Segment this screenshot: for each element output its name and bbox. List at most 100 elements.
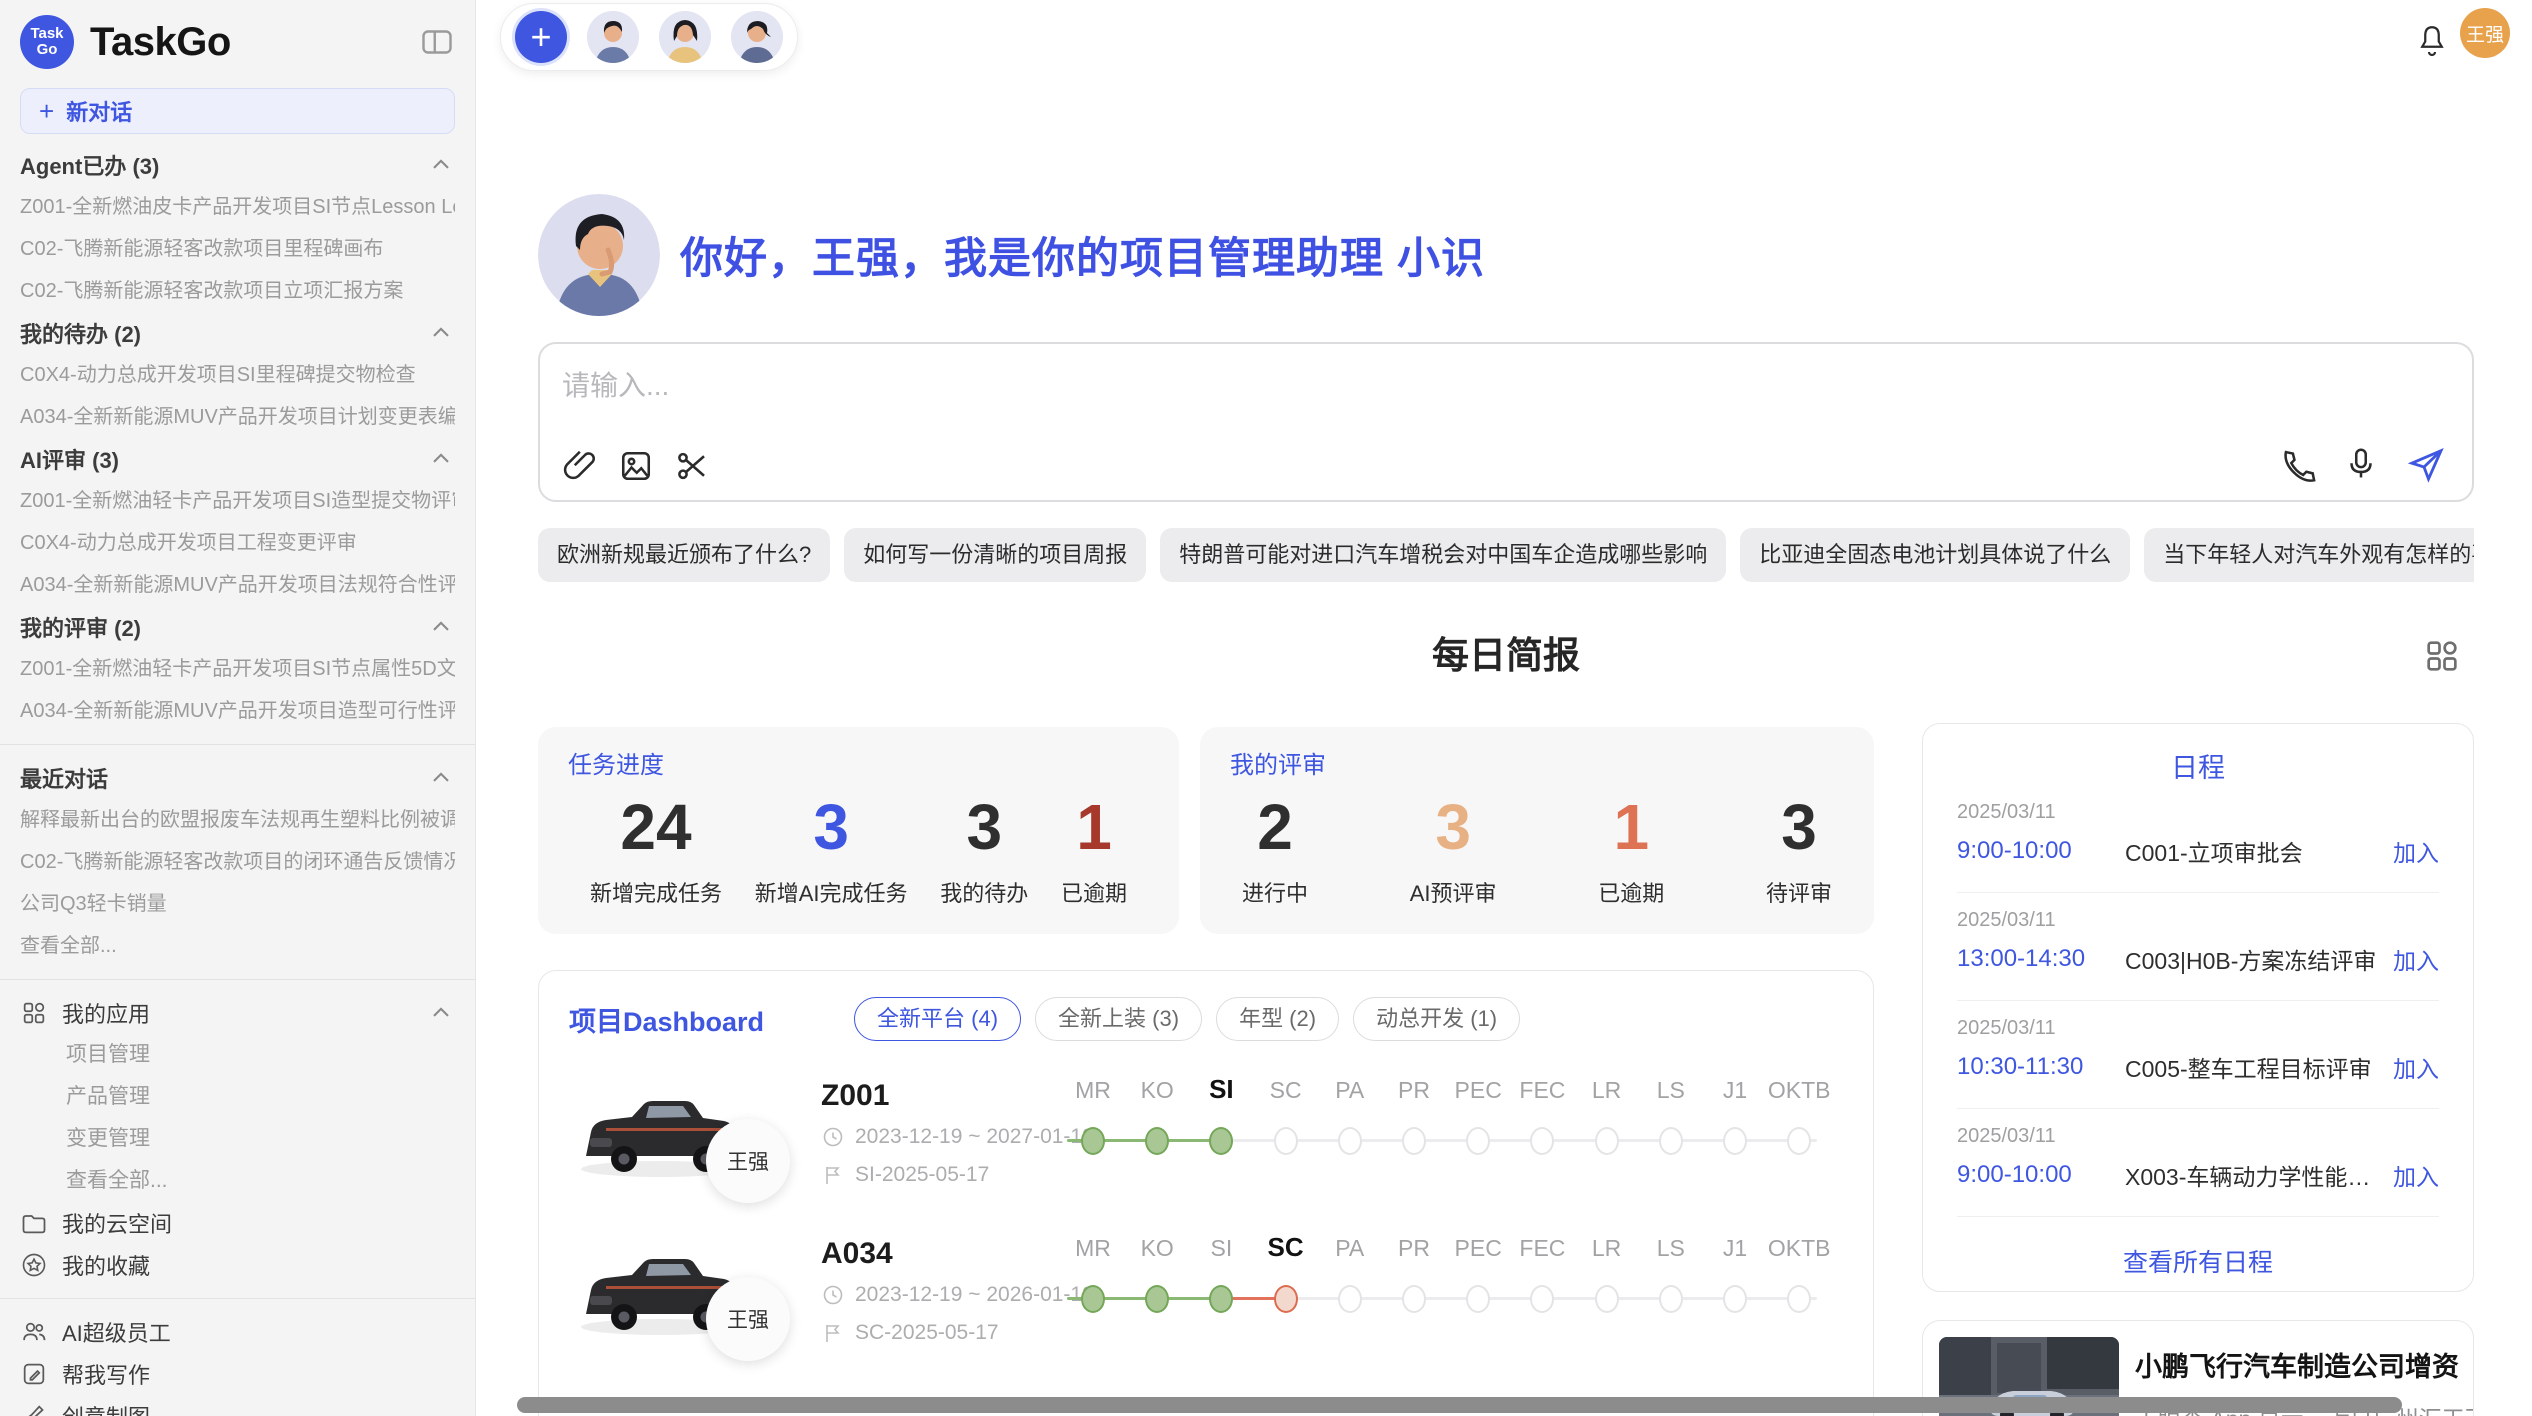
recent-conversation-item[interactable]: 查看全部... bbox=[20, 925, 455, 967]
project-code[interactable]: A034 bbox=[821, 1237, 893, 1271]
milestone-dot[interactable] bbox=[1787, 1285, 1811, 1313]
sidebar-item-my-apps[interactable]: 我的应用 bbox=[20, 992, 455, 1034]
suggestion-chip[interactable]: 当下年轻人对汽车外观有怎样的喜好趋势 bbox=[2144, 528, 2474, 582]
milestone-dot[interactable] bbox=[1466, 1285, 1490, 1313]
project-code[interactable]: Z001 bbox=[821, 1079, 889, 1113]
dashboard-tab[interactable]: 全新平台 (4) bbox=[854, 997, 1021, 1041]
sidebar-item[interactable]: C0X4-动力总成开发项目工程变更评审 bbox=[20, 522, 455, 564]
sidebar-item-creative-drawing[interactable]: 创意制图 bbox=[20, 1395, 455, 1416]
dashboard-tab[interactable]: 全新上装 (3) bbox=[1035, 997, 1202, 1041]
milestone-dot[interactable] bbox=[1209, 1285, 1233, 1313]
member-avatar-2[interactable] bbox=[659, 11, 711, 63]
milestone-dot[interactable] bbox=[1402, 1285, 1426, 1313]
stat-value: 2 bbox=[1242, 790, 1308, 864]
phone-icon[interactable] bbox=[2278, 445, 2316, 483]
milestone-dot[interactable] bbox=[1081, 1285, 1105, 1313]
sidebar-item[interactable]: A034-全新新能源MUV产品开发项目法规符合性评审 bbox=[20, 564, 455, 606]
chevron-up-icon[interactable] bbox=[427, 445, 455, 473]
join-link[interactable]: 加入 bbox=[2393, 942, 2439, 976]
join-link[interactable]: 加入 bbox=[2393, 834, 2439, 868]
milestone-dot[interactable] bbox=[1145, 1127, 1169, 1155]
clock-icon bbox=[821, 1283, 845, 1307]
milestone-chart: MRKOSISCPAPRPECFECLRLSJ1OKTB bbox=[1061, 1221, 1851, 1379]
new-chat-button[interactable]: + 新对话 bbox=[20, 88, 455, 134]
milestone-dot[interactable] bbox=[1209, 1127, 1233, 1155]
milestone-dot[interactable] bbox=[1338, 1127, 1362, 1155]
dashboard-tab[interactable]: 动总开发 (1) bbox=[1353, 997, 1520, 1041]
dashboard-header: 项目Dashboard 全新平台 (4) 全新上装 (3) 年型 (2) 动总开发 (… bbox=[539, 971, 1873, 1041]
recent-conversation-item[interactable]: C02-飞腾新能源轻客改款项目的闭环通告反馈情况 bbox=[20, 841, 455, 883]
logo-line2: Go bbox=[37, 42, 58, 58]
my-apps-label: 我的应用 bbox=[62, 997, 150, 1029]
recent-conversation-item[interactable]: 公司Q3轻卡销量 bbox=[20, 883, 455, 925]
sidebar-item-ai-super-staff[interactable]: AI超级员工 bbox=[20, 1311, 455, 1353]
my-apps-subitem[interactable]: 项目管理 bbox=[20, 1034, 455, 1076]
sidebar-item[interactable]: C02-飞腾新能源轻客改款项目立项汇报方案 bbox=[20, 270, 455, 312]
milestone-dot[interactable] bbox=[1145, 1285, 1169, 1313]
sidebar-item-help-me-write[interactable]: 帮我写作 bbox=[20, 1353, 455, 1395]
user-avatar[interactable]: 王强 bbox=[2460, 8, 2510, 58]
scissors-icon[interactable] bbox=[674, 448, 710, 484]
image-icon[interactable] bbox=[618, 448, 654, 484]
my-apps-subitem[interactable]: 产品管理 bbox=[20, 1076, 455, 1118]
chevron-up-icon[interactable] bbox=[427, 319, 455, 347]
milestone-dot[interactable] bbox=[1530, 1127, 1554, 1155]
milestone-dot[interactable] bbox=[1723, 1127, 1747, 1155]
sidebar-item-favorites[interactable]: 我的收藏 bbox=[20, 1244, 455, 1286]
stat-item: 1已逾期 bbox=[1598, 790, 1664, 908]
milestone-dot[interactable] bbox=[1402, 1127, 1426, 1155]
milestone-dot[interactable] bbox=[1274, 1127, 1298, 1155]
milestone-dot[interactable] bbox=[1723, 1285, 1747, 1313]
schedule-event: 2025/03/119:00-10:00C001-立项审批会加入 bbox=[1957, 785, 2439, 893]
milestone-dot[interactable] bbox=[1595, 1127, 1619, 1155]
event-date: 2025/03/11 bbox=[1957, 1125, 2439, 1148]
milestone-dot[interactable] bbox=[1338, 1285, 1362, 1313]
send-icon[interactable] bbox=[2406, 444, 2446, 484]
milestone-dot[interactable] bbox=[1595, 1285, 1619, 1313]
chevron-up-icon[interactable] bbox=[427, 151, 455, 179]
my-apps-subitem[interactable]: 变更管理 bbox=[20, 1118, 455, 1160]
sidebar-item[interactable]: C02-飞腾新能源轻客改款项目里程碑画布 bbox=[20, 228, 455, 270]
my-apps-subitem[interactable]: 查看全部... bbox=[20, 1160, 455, 1202]
sidebar-item[interactable]: Z001-全新燃油轻卡产品开发项目SI节点属性5D文件评审 bbox=[20, 648, 455, 690]
view-all-schedule-link[interactable]: 查看所有日程 bbox=[1957, 1243, 2439, 1279]
add-session-button[interactable]: + bbox=[515, 11, 567, 63]
milestone-dot[interactable] bbox=[1530, 1285, 1554, 1313]
milestone-dot[interactable] bbox=[1787, 1127, 1811, 1155]
milestone-dot[interactable] bbox=[1081, 1127, 1105, 1155]
chevron-up-icon[interactable] bbox=[427, 613, 455, 641]
join-link[interactable]: 加入 bbox=[2393, 1158, 2439, 1192]
sidebar-item[interactable]: Z001-全新燃油轻卡产品开发项目SI造型提交物评审 bbox=[20, 480, 455, 522]
sidebar-collapse-icon[interactable] bbox=[419, 24, 455, 60]
notifications-bell-icon[interactable] bbox=[2414, 22, 2450, 58]
sidebar-item-cloud-space[interactable]: 我的云空间 bbox=[20, 1202, 455, 1244]
sidebar-item[interactable]: A034-全新新能源MUV产品开发项目造型可行性评审 bbox=[20, 690, 455, 732]
milestone-dot[interactable] bbox=[1274, 1285, 1298, 1313]
event-date: 2025/03/11 bbox=[1957, 1017, 2439, 1040]
dashboard-title: 项目Dashboard bbox=[569, 1000, 764, 1039]
sidebar-item[interactable]: C0X4-动力总成开发项目SI里程碑提交物检查 bbox=[20, 354, 455, 396]
suggestion-chip[interactable]: 如何写一份清晰的项目周报 bbox=[844, 528, 1146, 582]
microphone-icon[interactable] bbox=[2342, 445, 2380, 483]
stat-label: 我的待办 bbox=[940, 876, 1028, 908]
milestone-dot[interactable] bbox=[1466, 1127, 1490, 1155]
suggestion-chip[interactable]: 欧洲新规最近颁布了什么? bbox=[538, 528, 830, 582]
horizontal-scrollbar[interactable] bbox=[517, 1397, 2402, 1413]
layout-grid-icon[interactable] bbox=[2422, 636, 2462, 676]
chat-input[interactable] bbox=[562, 358, 1762, 414]
member-avatar-1[interactable] bbox=[587, 11, 639, 63]
join-link[interactable]: 加入 bbox=[2393, 1050, 2439, 1084]
recent-conversation-item[interactable]: 解释最新出台的欧盟报废车法规再生塑料比例被调至15%... bbox=[20, 799, 455, 841]
milestone-dot[interactable] bbox=[1659, 1285, 1683, 1313]
paperclip-icon[interactable] bbox=[562, 448, 598, 484]
folder-icon bbox=[20, 1209, 48, 1237]
dashboard-tab[interactable]: 年型 (2) bbox=[1216, 997, 1339, 1041]
sidebar-item[interactable]: A034-全新新能源MUV产品开发项目计划变更表编写 bbox=[20, 396, 455, 438]
suggestion-chip[interactable]: 特朗普可能对进口汽车增税会对中国车企造成哪些影响 bbox=[1160, 528, 1726, 582]
milestone-dot[interactable] bbox=[1659, 1127, 1683, 1155]
chevron-up-icon[interactable] bbox=[427, 999, 455, 1027]
chevron-up-icon[interactable] bbox=[427, 764, 455, 792]
sidebar-item[interactable]: Z001-全新燃油皮卡产品开发项目SI节点Lesson Learn报告 bbox=[20, 186, 455, 228]
member-avatar-3[interactable] bbox=[731, 11, 783, 63]
suggestion-chip[interactable]: 比亚迪全固态电池计划具体说了什么 bbox=[1740, 528, 2130, 582]
